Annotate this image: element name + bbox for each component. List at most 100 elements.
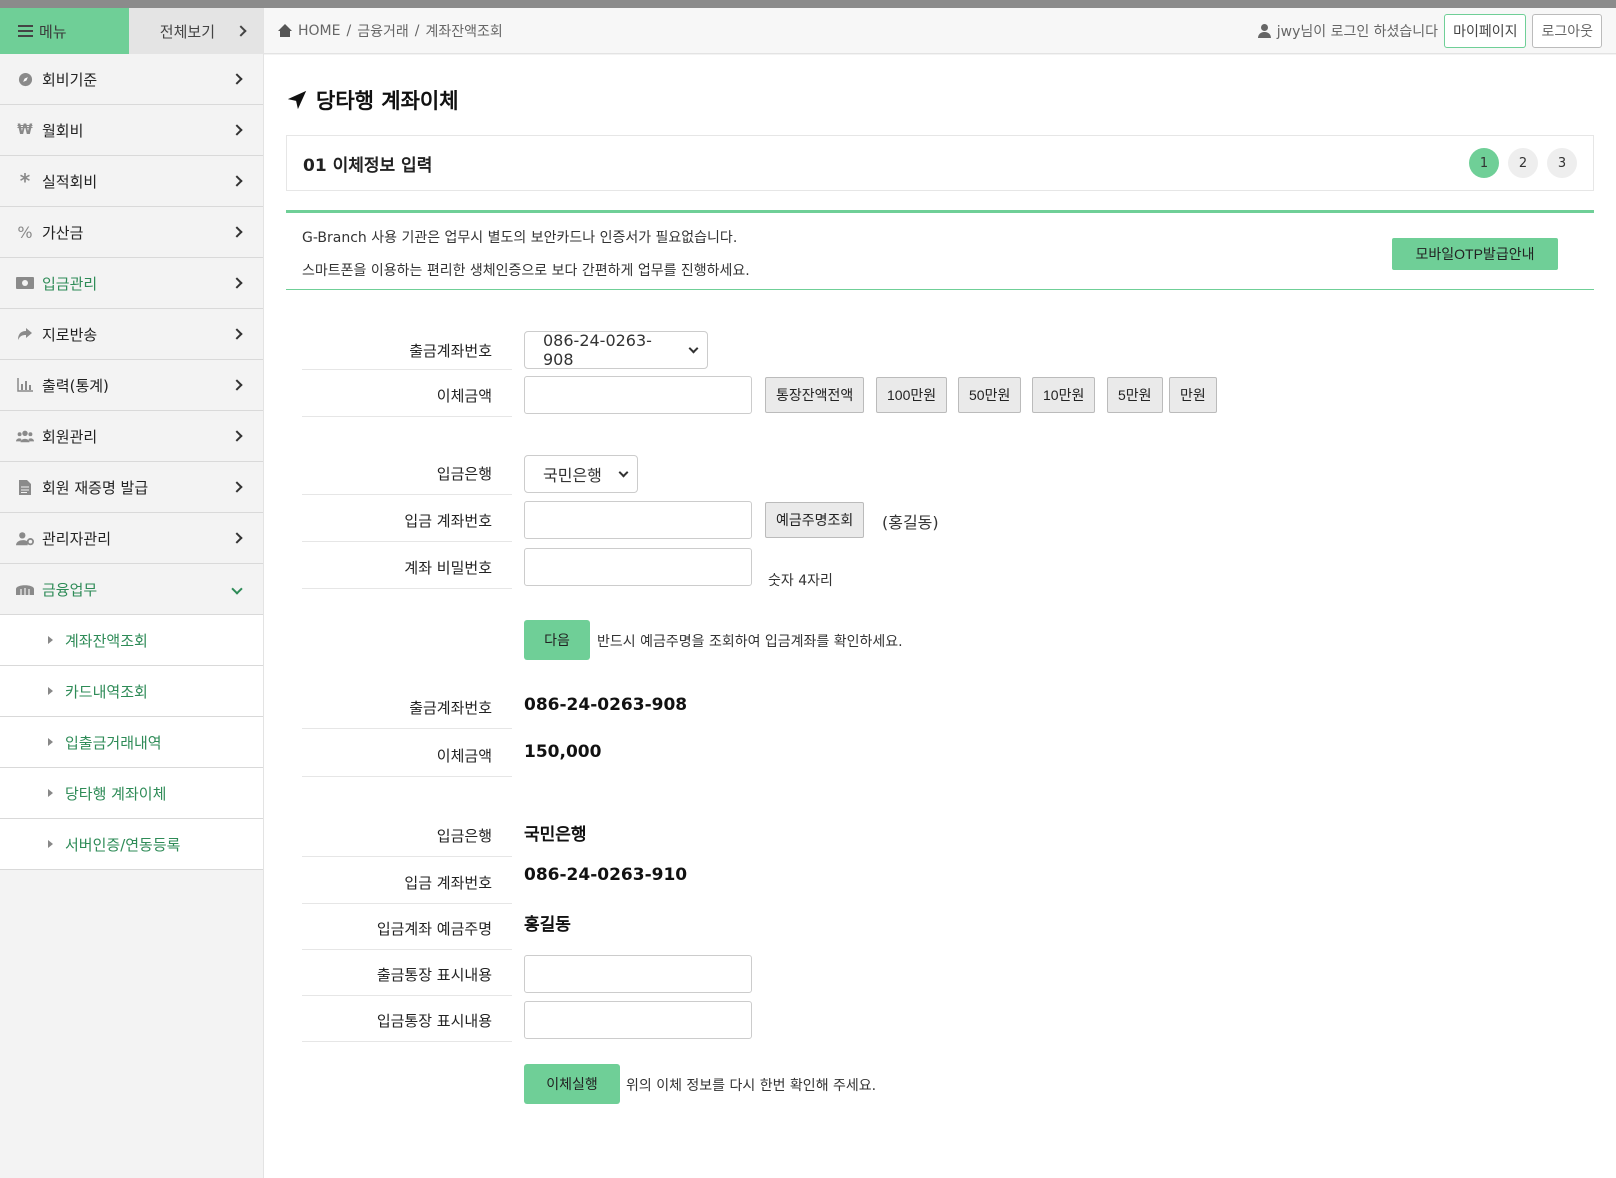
- login-status-text: jwy님이 로그인 하셨습니다: [1276, 23, 1439, 40]
- submenu-item-label: 서버인증/연동등록: [65, 835, 181, 854]
- sidebar-item-label: 가산금: [42, 223, 84, 242]
- confirm-from-account-label: 출금계좌번호: [302, 697, 512, 729]
- confirm-holder-value: 홍길동: [524, 915, 571, 935]
- top-header: HOME / 금융거래 / 계좌잔액조회 jwy님이 로그인 하셨습니다 마이페…: [264, 8, 1616, 54]
- confirm-amount-label: 이체금액: [302, 745, 512, 777]
- execute-transfer-button[interactable]: 이체실행: [524, 1064, 620, 1104]
- user-icon: [1257, 23, 1271, 38]
- submenu-item-transaction-history[interactable]: 입출금거래내역: [0, 717, 263, 768]
- sidebar-item-surcharge[interactable]: % 가산금: [0, 207, 263, 258]
- submenu-item-server-auth[interactable]: 서버인증/연동등록: [0, 819, 263, 870]
- breadcrumb-separator: /: [414, 22, 420, 39]
- sidebar-item-admin-management[interactable]: 관리자관리: [0, 513, 263, 564]
- submenu-item-label: 당타행 계좌이체: [65, 784, 167, 803]
- sidebar-item-label: 입금관리: [42, 274, 98, 293]
- from-account-value: 086-24-0263-908: [543, 331, 652, 369]
- share-icon: [16, 325, 34, 343]
- step-title: 01 이체정보 입력: [303, 155, 433, 176]
- in-memo-input[interactable]: [524, 1001, 752, 1039]
- chevron-right-icon: [231, 73, 243, 85]
- sidebar-item-financial-business[interactable]: 금융업무: [0, 564, 263, 615]
- amount-100k-button[interactable]: 10만원: [1032, 377, 1096, 413]
- caret-right-icon: [48, 738, 53, 746]
- sidebar-item-fee-standard[interactable]: 회비기준: [0, 54, 263, 105]
- sidebar-item-deposit-management[interactable]: 입금관리: [0, 258, 263, 309]
- password-label: 계좌 비밀번호: [302, 557, 512, 589]
- caret-right-icon: [48, 789, 53, 797]
- confirm-to-account-value: 086-24-0263-910: [524, 865, 688, 885]
- in-memo-label: 입금통장 표시내용: [302, 1010, 512, 1042]
- account-holder-lookup-button[interactable]: 예금주명조회: [765, 502, 865, 538]
- percent-icon: %: [17, 222, 33, 242]
- mypage-button[interactable]: 마이페이지: [1444, 13, 1527, 48]
- paper-plane-icon: [287, 90, 307, 110]
- home-icon: [278, 24, 292, 37]
- password-input[interactable]: [524, 548, 752, 586]
- bank-label: 입금은행: [302, 463, 512, 495]
- hamburger-icon: [18, 25, 33, 37]
- won-icon: ₩: [17, 122, 33, 138]
- sidebar-item-label: 회비기준: [42, 70, 98, 89]
- next-hint: 반드시 예금주명을 조회하여 입금계좌를 확인하세요.: [597, 634, 903, 650]
- next-button[interactable]: 다음: [524, 620, 590, 660]
- chevron-right-icon: [231, 430, 243, 442]
- step-2: 2: [1508, 148, 1538, 178]
- sidebar-item-performance-fee[interactable]: * 실적회비: [0, 156, 263, 207]
- amount-10k-button[interactable]: 만원: [1169, 377, 1217, 413]
- sidebar-item-monthly-fee[interactable]: ₩ 월회비: [0, 105, 263, 156]
- caret-right-icon: [48, 636, 53, 644]
- breadcrumb-financial[interactable]: 금융거래: [357, 21, 409, 41]
- sidebar: 메뉴 전체보기 회비기준 ₩ 월회비 * 실적회비 % 가산금 입금관리 지로반…: [0, 8, 264, 1178]
- otp-guide-button[interactable]: 모바일OTP발급안내: [1392, 238, 1558, 270]
- amount-500k-button[interactable]: 50만원: [958, 377, 1022, 413]
- full-balance-button[interactable]: 통장잔액전액: [765, 377, 865, 413]
- sidebar-header: 메뉴 전체보기: [0, 8, 263, 54]
- sidebar-item-label: 월회비: [42, 121, 84, 140]
- chevron-right-icon: [231, 124, 243, 136]
- breadcrumb-home[interactable]: HOME: [298, 23, 340, 39]
- amount-50k-button[interactable]: 5만원: [1107, 377, 1163, 413]
- amount-1m-button[interactable]: 100만원: [876, 377, 948, 413]
- sidebar-item-label: 금융업무: [42, 580, 98, 599]
- submenu-item-card-history[interactable]: 카드내역조회: [0, 666, 263, 717]
- sidebar-item-label: 회원 재증명 발급: [42, 478, 149, 497]
- to-account-input[interactable]: [524, 501, 752, 539]
- money-icon: [16, 274, 34, 292]
- from-account-select[interactable]: 086-24-0263-908: [524, 331, 708, 369]
- asterisk-icon: *: [19, 169, 31, 193]
- confirm-bank-label: 입금은행: [302, 825, 512, 857]
- sidebar-item-member-management[interactable]: 회원관리: [0, 411, 263, 462]
- notice-line-2: 스마트폰을 이용하는 편리한 생체인증으로 보다 간편하게 업무를 진행하세요.: [302, 263, 750, 279]
- chevron-right-icon: [231, 532, 243, 544]
- sidebar-item-giro-return[interactable]: 지로반송: [0, 309, 263, 360]
- bank-select[interactable]: 국민은행: [524, 455, 638, 493]
- compass-icon: [16, 70, 34, 88]
- menu-label: 메뉴: [39, 22, 67, 41]
- submenu-item-balance-inquiry[interactable]: 계좌잔액조회: [0, 615, 263, 666]
- menu-button[interactable]: 메뉴: [0, 8, 129, 54]
- bank-value: 국민은행: [543, 466, 602, 485]
- submenu-item-label: 카드내역조회: [65, 682, 148, 701]
- confirm-holder-label: 입금계좌 예금주명: [302, 918, 512, 950]
- sidebar-item-member-certificate[interactable]: 회원 재증명 발급: [0, 462, 263, 513]
- users-icon: [16, 427, 34, 445]
- breadcrumb-current: 계좌잔액조회: [425, 23, 503, 40]
- step-indicator: 01 이체정보 입력 1 2 3: [286, 135, 1594, 191]
- chevron-right-icon: [235, 25, 247, 37]
- page-title-text: 당타행 계좌이체: [316, 89, 459, 113]
- submenu-item-label: 입출금거래내역: [65, 733, 162, 752]
- logout-button[interactable]: 로그아웃: [1532, 13, 1602, 48]
- sidebar-item-print-stats[interactable]: 출력(통계): [0, 360, 263, 411]
- view-all-button[interactable]: 전체보기: [129, 8, 263, 54]
- caret-right-icon: [48, 687, 53, 695]
- chevron-right-icon: [231, 328, 243, 340]
- from-account-label: 출금계좌번호: [302, 340, 512, 370]
- submenu-item-account-transfer[interactable]: 당타행 계좌이체: [0, 768, 263, 819]
- sidebar-item-label: 출력(통계): [42, 376, 109, 395]
- page-title: 당타행 계좌이체: [286, 85, 459, 115]
- user-box: jwy님이 로그인 하셨습니다 마이페이지 로그아웃: [1257, 13, 1602, 48]
- amount-input[interactable]: [524, 376, 752, 414]
- out-memo-input[interactable]: [524, 955, 752, 993]
- sidebar-item-label: 관리자관리: [42, 529, 112, 548]
- chevron-right-icon: [231, 226, 243, 238]
